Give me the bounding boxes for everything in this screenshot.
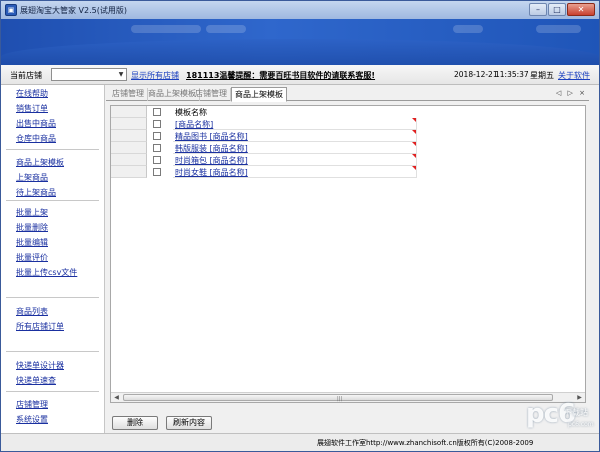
sidebar-divider	[6, 297, 99, 298]
chevron-down-icon[interactable]: ▼	[116, 69, 126, 80]
tab-strip: 店铺管理 商品上架模板 店铺管理 商品上架模板 ◁ ▷ ×	[106, 87, 589, 102]
watermark-logo: pc6 下载站 pc6.com	[526, 399, 596, 443]
template-name-link[interactable]: 时尚箱包 [商品名称]	[175, 155, 248, 166]
sidebar-item-pending-products[interactable]: 待上架商品	[16, 187, 56, 198]
row-checkbox[interactable]	[153, 168, 161, 176]
row-checkbox[interactable]	[153, 120, 161, 128]
horizontal-scrollbar[interactable]: ◀ ||| ▶	[111, 392, 585, 402]
sidebar-item-batch-review[interactable]: 批量评价	[16, 252, 48, 263]
row-indicator	[111, 142, 147, 154]
header-row-indicator	[111, 106, 147, 118]
row-checkbox[interactable]	[153, 144, 161, 152]
comment-marker-icon	[412, 142, 416, 146]
shop-label: 当前店铺	[10, 71, 42, 80]
scroll-left-icon[interactable]: ◀	[112, 394, 121, 402]
comment-marker-icon	[412, 130, 416, 134]
scrollbar-thumb[interactable]: |||	[123, 394, 553, 402]
sidebar-item-sales-orders[interactable]: 销售订单	[16, 103, 48, 114]
grip-icon: |||	[337, 396, 343, 402]
row-indicator	[111, 154, 147, 166]
main-content: 店铺管理 商品上架模板 店铺管理 商品上架模板 ◁ ▷ × 模板名称 [商品名称…	[106, 85, 589, 433]
sidebar-divider	[6, 149, 99, 150]
tab-listing-template-active[interactable]: 商品上架模板	[231, 87, 287, 102]
template-name-link[interactable]: [商品名称]	[175, 119, 213, 130]
comment-marker-icon	[412, 154, 416, 158]
sidebar-item-listing-templates[interactable]: 商品上架模板	[16, 157, 64, 168]
comment-marker-icon	[412, 166, 416, 170]
banner-wave	[1, 39, 599, 65]
tab-shop-management-2[interactable]: 店铺管理	[192, 88, 231, 101]
template-name-link[interactable]: 精品图书 [商品名称]	[175, 131, 248, 142]
table-row[interactable]: 时尚女鞋 [商品名称]	[173, 166, 417, 178]
template-name-link[interactable]: 时尚女鞋 [商品名称]	[175, 167, 248, 178]
grid-header: 模板名称	[111, 106, 585, 118]
sidebar-item-upload-csv[interactable]: 批量上传csv文件	[16, 267, 77, 278]
about-link[interactable]: 关于软件	[558, 70, 590, 81]
copyright-text: 展翅软件工作室http://www.zhanchisoft.cn版权所有(C)2…	[317, 439, 534, 447]
banner-decoration	[536, 25, 581, 33]
table-row[interactable]: [商品名称]	[173, 118, 417, 130]
sidebar-divider	[6, 351, 99, 352]
sidebar-item-batch-list[interactable]: 批量上架	[16, 207, 48, 218]
shop-select[interactable]: ▼	[51, 68, 127, 81]
banner-decoration	[453, 25, 483, 33]
watermark-domain: pc6.com	[568, 421, 594, 428]
tab-scroll-icon[interactable]: ◁ ▷ ×	[556, 89, 587, 97]
row-indicator	[111, 118, 147, 130]
current-date: 2018-12-21	[454, 70, 498, 79]
app-window: ▣ 展翅淘宝大管家 V2.5(试用版) – □ ✕ 当前店铺 ▼ 显示所有店铺 …	[0, 0, 600, 452]
template-grid: 模板名称 [商品名称] 精品图书 [商品名称] 韩版服装 [商品名称] 时尚箱包…	[110, 105, 586, 403]
sidebar-item-warehouse[interactable]: 仓库中商品	[16, 133, 56, 144]
status-bar: 展翅软件工作室http://www.zhanchisoft.cn版权所有(C)2…	[1, 433, 599, 451]
watermark-subtitle: 下载站	[564, 408, 588, 417]
maximize-button[interactable]: □	[548, 3, 566, 16]
sidebar-item-product-list[interactable]: 商品列表	[16, 306, 48, 317]
current-weekday: 星期五	[530, 71, 554, 80]
sidebar-item-batch-edit[interactable]: 批量编辑	[16, 237, 48, 248]
current-time: 11:35:37	[495, 70, 529, 79]
tab-shop-management[interactable]: 店铺管理	[109, 88, 148, 101]
minimize-button[interactable]: –	[529, 3, 547, 16]
delete-button[interactable]: 删除	[112, 416, 158, 430]
sidebar-item-help[interactable]: 在线帮助	[16, 88, 48, 99]
window-title: 展翅淘宝大管家 V2.5(试用版)	[20, 5, 127, 15]
sidebar-divider	[6, 391, 99, 392]
refresh-button[interactable]: 刷新内容	[166, 416, 212, 430]
window-controls: – □ ✕	[528, 3, 595, 16]
sidebar-item-list-products[interactable]: 上架商品	[16, 172, 48, 183]
toolbar: 当前店铺 ▼ 显示所有店铺 181113温馨提醒：需要百旺书目软件的请联系客服!…	[1, 65, 599, 85]
row-checkbox[interactable]	[153, 132, 161, 140]
row-indicator	[111, 166, 147, 178]
table-row[interactable]: 时尚箱包 [商品名称]	[173, 154, 417, 166]
sidebar-divider	[6, 200, 99, 201]
banner-decoration	[206, 25, 246, 33]
sidebar-item-batch-delete[interactable]: 批量删除	[16, 222, 48, 233]
sidebar-item-settings[interactable]: 系统设置	[16, 414, 48, 425]
sidebar-item-all-shop-orders[interactable]: 所有店铺订单	[16, 321, 64, 332]
sidebar-item-on-sale[interactable]: 出售中商品	[16, 118, 56, 129]
table-row[interactable]: 韩版服装 [商品名称]	[173, 142, 417, 154]
template-name-link[interactable]: 韩版服装 [商品名称]	[175, 143, 248, 154]
comment-marker-icon	[412, 118, 416, 122]
title-bar[interactable]: ▣ 展翅淘宝大管家 V2.5(试用版) – □ ✕	[1, 1, 599, 19]
column-header-template-name: 模板名称	[175, 108, 207, 117]
app-icon: ▣	[5, 4, 17, 16]
sidebar-item-waybill-designer[interactable]: 快递单设计器	[16, 360, 64, 371]
close-button[interactable]: ✕	[567, 3, 595, 16]
banner-decoration	[131, 25, 201, 33]
select-all-checkbox[interactable]	[153, 108, 161, 116]
sidebar-item-shop-management[interactable]: 店铺管理	[16, 399, 48, 410]
sidebar-item-waybill-lookup[interactable]: 快递单速查	[16, 375, 56, 386]
row-indicator	[111, 130, 147, 142]
show-all-shops-link[interactable]: 显示所有店铺	[131, 70, 179, 81]
notice-link[interactable]: 181113温馨提醒：需要百旺书目软件的请联系客服!	[186, 70, 375, 81]
sidebar: 在线帮助 销售订单 出售中商品 仓库中商品 商品上架模板 上架商品 待上架商品 …	[1, 85, 105, 433]
header-banner	[1, 19, 599, 65]
row-checkbox[interactable]	[153, 156, 161, 164]
table-row[interactable]: 精品图书 [商品名称]	[173, 130, 417, 142]
